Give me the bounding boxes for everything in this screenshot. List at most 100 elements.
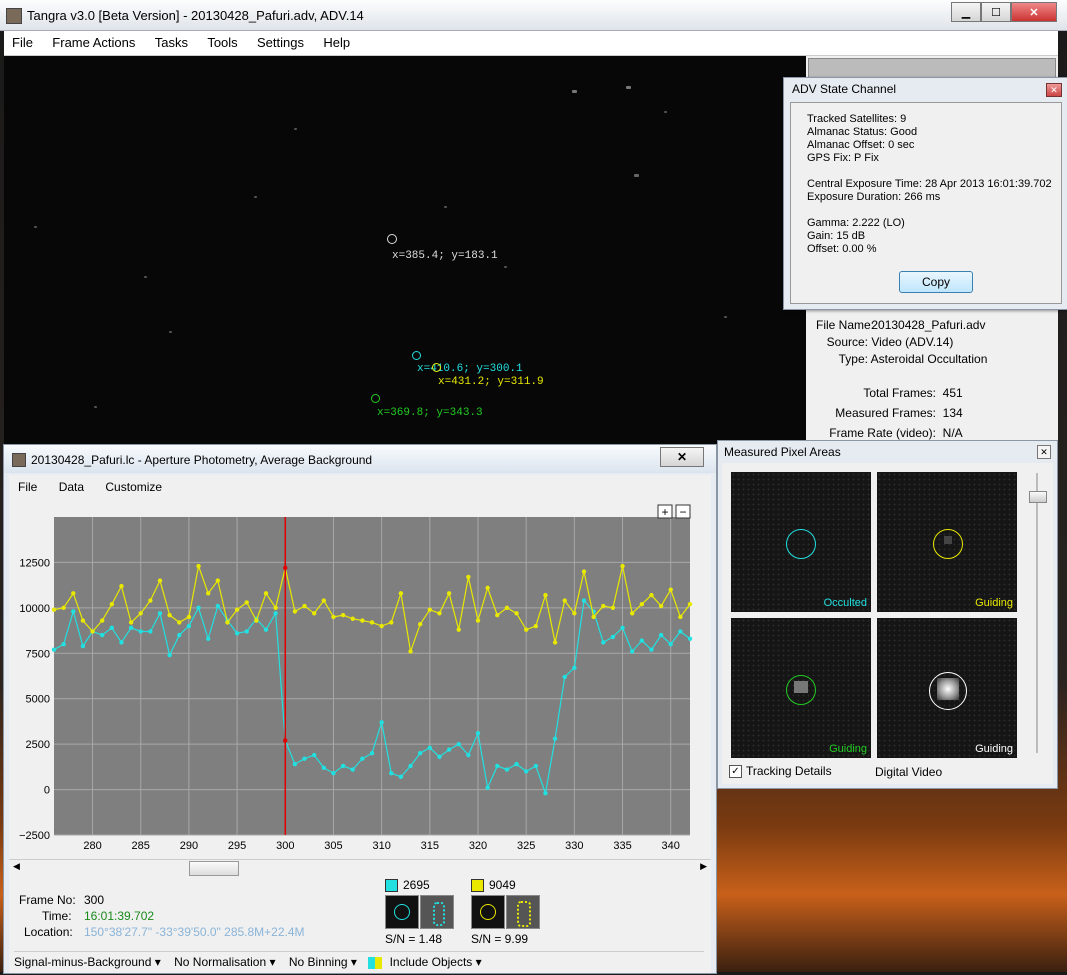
data-point-2695 xyxy=(234,631,240,636)
aperture-4-label: x=369.8; y=343.3 xyxy=(377,407,483,419)
data-point-9049 xyxy=(417,622,423,627)
data-point-2695 xyxy=(244,629,249,634)
lc-close-button[interactable]: ✕ xyxy=(660,447,704,467)
data-point-2695 xyxy=(389,771,394,776)
slider-thumb[interactable] xyxy=(1029,491,1047,503)
data-point-9049 xyxy=(379,623,384,629)
video-frame[interactable]: x=385.4; y=183.1 x=410.6; y=300.1 x=431.… xyxy=(4,56,806,448)
aperture-4[interactable] xyxy=(371,394,380,403)
data-point-9049 xyxy=(128,620,134,625)
maximize-button[interactable]: ☐ xyxy=(981,2,1011,22)
data-point-9049 xyxy=(273,605,278,611)
y-tick-label: 2500 xyxy=(26,739,50,751)
time-key: Time: xyxy=(42,909,72,923)
data-point-2695 xyxy=(360,756,365,761)
data-point-2695 xyxy=(186,623,192,629)
y-tick-label: 5000 xyxy=(26,694,50,706)
data-point-2695 xyxy=(543,791,548,796)
minimize-button[interactable]: ▁ xyxy=(951,2,981,22)
data-point-2695 xyxy=(485,785,490,790)
data-point-2695 xyxy=(177,632,182,638)
star xyxy=(94,406,97,408)
binning-dropdown[interactable]: No Binning ▾ xyxy=(289,955,357,969)
scroll-left-icon[interactable]: ◀ xyxy=(13,861,20,872)
object-1-color-swatch[interactable] xyxy=(385,879,398,892)
menu-file[interactable]: File xyxy=(4,31,41,50)
menu-help[interactable]: Help xyxy=(315,31,358,50)
data-point-2695 xyxy=(678,629,683,634)
data-point-2695 xyxy=(658,632,664,638)
tracking-details-checkbox[interactable]: ✓ xyxy=(729,765,742,778)
object-1-id: 2695 xyxy=(403,878,430,892)
pixel-area-tile-1[interactable]: Occulted xyxy=(731,472,871,612)
pixel-area-slider[interactable] xyxy=(1022,473,1052,753)
frame-rate-key: Frame Rate (video): xyxy=(829,426,936,440)
data-point-9049 xyxy=(427,607,433,612)
menu-frame-actions[interactable]: Frame Actions xyxy=(44,31,143,50)
x-tick-label: 310 xyxy=(372,840,390,852)
data-point-9049 xyxy=(504,605,510,611)
data-point-9049 xyxy=(186,614,192,620)
scroll-right-icon[interactable]: ▶ xyxy=(700,861,707,872)
frame-no-key: Frame No: xyxy=(19,893,76,907)
adv-close-button[interactable]: ✕ xyxy=(1046,83,1062,97)
include-objects-dropdown[interactable]: Include Objects ▾ xyxy=(390,955,482,969)
lc-app-icon xyxy=(12,453,26,467)
menu-tools[interactable]: Tools xyxy=(199,31,245,50)
data-point-9049 xyxy=(629,611,635,616)
lc-menu-file[interactable]: File xyxy=(9,475,46,494)
data-point-9049 xyxy=(254,618,259,623)
normalisation-dropdown[interactable]: No Normalisation ▾ xyxy=(174,955,275,969)
signal-mode-dropdown[interactable]: Signal-minus-Background ▾ xyxy=(14,955,161,969)
pixel-area-tile-2[interactable]: Guiding xyxy=(877,472,1017,612)
chart-scrollbar[interactable]: ◀ ▶ xyxy=(9,859,711,876)
lc-menu-data[interactable]: Data xyxy=(50,475,93,494)
x-tick-label: 320 xyxy=(469,840,487,852)
lightcurve-chart[interactable]: −2500 0 2500 5000 7500 10000 12500 280 285 290 295… xyxy=(9,499,711,859)
chart-svg[interactable]: −2500 0 2500 5000 7500 10000 12500 280 285 290 295… xyxy=(9,499,711,859)
data-point-2695 xyxy=(99,632,105,638)
aperture-3[interactable] xyxy=(432,363,441,372)
data-point-2695 xyxy=(61,642,66,647)
data-point-2695 xyxy=(649,647,654,652)
data-point-2695 xyxy=(321,765,327,770)
data-point-9049 xyxy=(475,618,481,623)
x-tick-label: 300 xyxy=(276,840,294,852)
copy-button[interactable]: Copy xyxy=(899,271,973,293)
object-2-thumb xyxy=(471,895,505,929)
frame-no-value: 300 xyxy=(84,893,105,907)
data-point-9049 xyxy=(99,618,105,623)
menu-settings[interactable]: Settings xyxy=(249,31,312,50)
menu-tasks[interactable]: Tasks xyxy=(147,31,196,50)
objects-swatch-1 xyxy=(368,956,376,969)
measured-pixel-areas-window: Measured Pixel Areas ✕ Occulted Guiding … xyxy=(717,440,1058,789)
scroll-thumb[interactable] xyxy=(189,861,239,876)
data-point-2695 xyxy=(350,767,355,772)
adv-state-window: ADV State Channel ✕ Tracked Satellites: … xyxy=(783,77,1067,310)
data-point-9049 xyxy=(389,620,394,625)
mpa-close-button[interactable]: ✕ xyxy=(1037,445,1051,459)
data-point-9049 xyxy=(408,649,413,654)
lc-menu-customize[interactable]: Customize xyxy=(96,475,171,494)
data-point-9049 xyxy=(398,591,404,596)
data-point-9049 xyxy=(148,598,153,603)
data-point-9049 xyxy=(225,620,230,625)
data-point-2695 xyxy=(629,649,635,654)
aperture-1[interactable] xyxy=(387,234,397,244)
data-point-9049 xyxy=(687,602,693,607)
close-button[interactable]: ✕ xyxy=(1011,2,1057,22)
aperture-2[interactable] xyxy=(412,351,421,360)
object-2-color-swatch[interactable] xyxy=(471,879,484,892)
data-point-2695 xyxy=(456,741,461,747)
pixel-area-tile-3[interactable]: Guiding xyxy=(731,618,871,758)
zoom-in-label: + xyxy=(661,505,668,519)
data-point-2695 xyxy=(51,647,57,652)
plot-area xyxy=(54,517,690,835)
pixel-area-tile-4[interactable]: Guiding xyxy=(877,618,1017,758)
tracking-details-label: Tracking Details xyxy=(746,764,832,778)
object-1-thumb xyxy=(385,895,419,929)
object-1-sn: S/N = 1.48 xyxy=(385,932,443,946)
star xyxy=(626,86,631,89)
data-point-2695 xyxy=(263,627,269,632)
data-point-2695 xyxy=(639,638,645,643)
